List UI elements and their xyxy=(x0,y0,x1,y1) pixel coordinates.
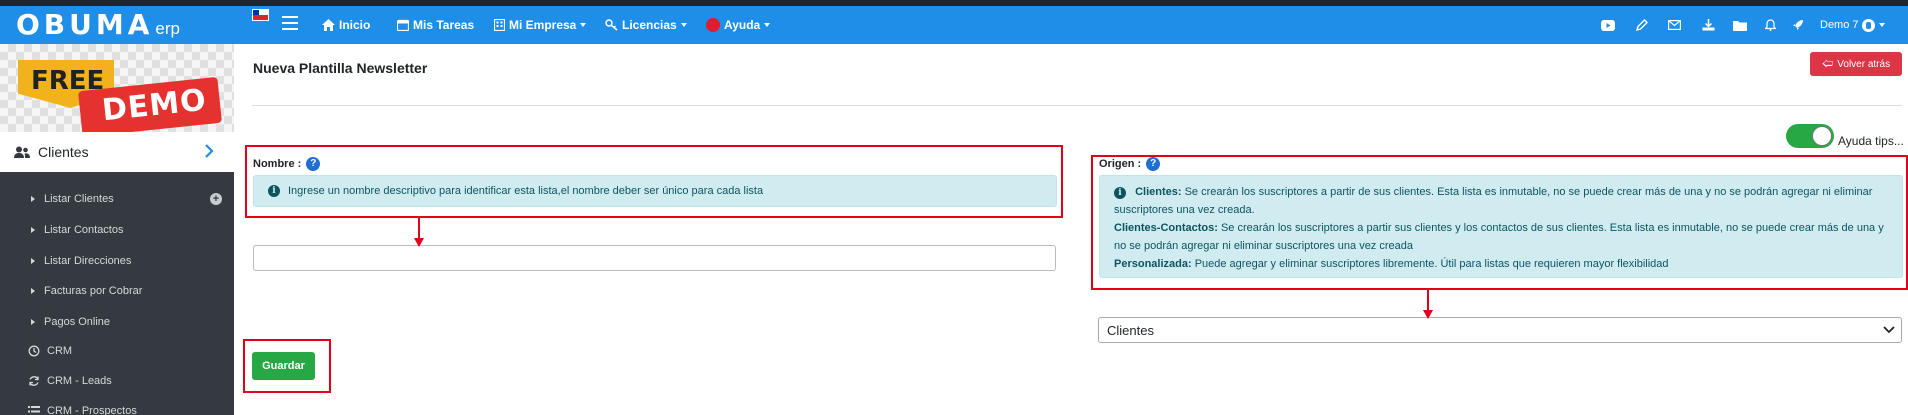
sidebar-item-label: Listar Direcciones xyxy=(44,255,132,267)
chevron-down-icon xyxy=(680,23,687,27)
origen-select[interactable]: Clientes xyxy=(1098,317,1902,343)
page-title: Nueva Plantilla Newsletter xyxy=(253,60,428,76)
tips-toggle[interactable] xyxy=(1786,124,1834,148)
sidebar-section-label: Clientes xyxy=(38,144,89,160)
home-icon xyxy=(322,19,335,31)
nav-ayuda[interactable]: Ayuda xyxy=(706,6,771,44)
chevron-down-icon xyxy=(1878,23,1885,27)
caret-right-icon xyxy=(31,196,35,202)
nav-licencias-label: Licencias xyxy=(622,18,677,32)
help-circle-icon xyxy=(706,18,720,32)
bell-icon[interactable] xyxy=(1762,17,1778,33)
annotation-arrow-down-icon xyxy=(1423,290,1433,319)
logo-text: OBUMA xyxy=(16,8,154,41)
annotation-box-origen xyxy=(1091,155,1908,290)
sidebar-item-listar-contactos[interactable]: Listar Contactos xyxy=(0,215,234,245)
key-icon xyxy=(605,19,618,31)
sidebar-item-listar-direcciones[interactable]: Listar Direcciones xyxy=(0,246,234,276)
free-demo-banner: FREE DEMO xyxy=(0,44,234,138)
users-icon xyxy=(14,146,30,158)
annotation-arrow-down-icon xyxy=(414,218,424,247)
nav-licencias[interactable]: Licencias xyxy=(605,6,687,44)
divider xyxy=(252,105,1902,106)
sync-icon xyxy=(29,376,39,386)
caret-right-icon xyxy=(31,288,35,294)
arrow-left-icon: 🢠 xyxy=(1821,57,1834,70)
sidebar-item-pagos-online[interactable]: Pagos Online xyxy=(0,307,234,337)
sidebar-item-crm-prospectos[interactable]: CRM - Prospectos xyxy=(0,396,234,415)
chevron-down-icon xyxy=(1883,326,1895,334)
navbar: OBUMA erp Inicio Mis Tareas Mi Empresa L… xyxy=(0,6,1908,44)
list-icon xyxy=(28,405,40,415)
nav-mi-empresa[interactable]: Mi Empresa xyxy=(494,6,587,44)
user-status-icon xyxy=(1861,18,1875,32)
sidebar-item-label: Listar Clientes xyxy=(44,193,114,205)
folder-icon[interactable] xyxy=(1732,17,1748,33)
sidebar-item-label: CRM xyxy=(47,345,73,357)
building-icon xyxy=(494,19,505,31)
chile-flag-icon[interactable] xyxy=(252,9,269,21)
sidebar-section-clientes[interactable]: Clientes xyxy=(0,132,234,172)
sidebar-item-label: CRM - Leads xyxy=(47,375,112,387)
origen-select-value: Clientes xyxy=(1107,322,1154,338)
chevron-down-icon xyxy=(580,23,587,27)
back-button[interactable]: 🢠 Volver atrás xyxy=(1810,52,1902,76)
sidebar-item-label: CRM - Prospectos xyxy=(47,405,137,415)
menu-toggle-icon[interactable] xyxy=(282,16,298,30)
nombre-input[interactable] xyxy=(253,245,1056,271)
nav-inicio[interactable]: Inicio xyxy=(322,6,370,44)
add-circle-icon[interactable]: + xyxy=(210,193,222,205)
app-logo[interactable]: OBUMA erp xyxy=(16,10,180,40)
mail-icon[interactable] xyxy=(1666,17,1682,33)
sidebar-item-label: Facturas por Cobrar xyxy=(44,285,143,297)
edit-icon[interactable] xyxy=(1633,17,1649,33)
tips-toggle-label: Ayuda tips... xyxy=(1838,134,1904,148)
calendar-icon xyxy=(397,19,409,31)
sidebar-item-label: Listar Contactos xyxy=(44,224,124,236)
sidebar-item-crm-leads[interactable]: CRM - Leads xyxy=(0,366,234,396)
user-menu[interactable]: Demo 7 xyxy=(1820,6,1885,44)
chevron-right-icon[interactable] xyxy=(204,144,214,158)
logo-suffix: erp xyxy=(155,19,180,38)
sidebar: FREE DEMO Clientes Listar Clientes + Lis… xyxy=(0,44,234,415)
sidebar-item-crm[interactable]: CRM xyxy=(0,336,234,366)
caret-right-icon xyxy=(31,227,35,233)
nav-mi-empresa-label: Mi Empresa xyxy=(509,18,577,32)
annotation-box-nombre xyxy=(245,145,1063,218)
annotation-box-guardar xyxy=(243,339,331,393)
rocket-icon[interactable] xyxy=(1790,17,1806,33)
user-name: Demo 7 xyxy=(1820,19,1859,31)
caret-right-icon xyxy=(31,258,35,264)
nav-inicio-label: Inicio xyxy=(339,18,371,32)
back-button-label: Volver atrás xyxy=(1837,58,1891,70)
download-icon[interactable] xyxy=(1700,17,1716,33)
youtube-icon[interactable] xyxy=(1600,17,1616,33)
chevron-down-icon xyxy=(764,23,771,27)
nav-ayuda-label: Ayuda xyxy=(724,18,761,32)
nav-mis-tareas[interactable]: Mis Tareas xyxy=(397,6,474,44)
history-icon xyxy=(28,345,40,357)
sidebar-item-label: Pagos Online xyxy=(44,316,111,328)
nav-mis-tareas-label: Mis Tareas xyxy=(413,18,475,32)
sidebar-item-facturas-por-cobrar[interactable]: Facturas por Cobrar xyxy=(0,276,234,306)
caret-right-icon xyxy=(31,319,35,325)
sidebar-item-listar-clientes[interactable]: Listar Clientes + xyxy=(0,184,234,214)
